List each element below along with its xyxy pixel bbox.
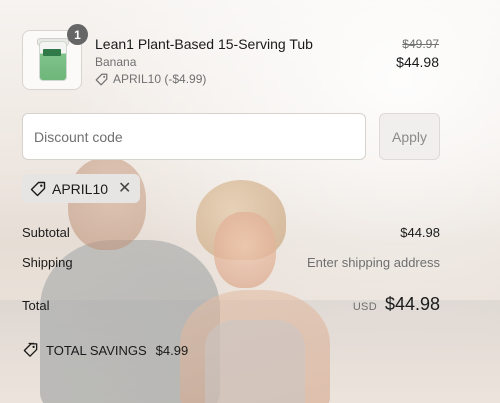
product-variant: Banana: [95, 55, 137, 69]
shipping-value: Enter shipping address: [307, 255, 440, 270]
total-row: Total USD $44.98: [22, 294, 440, 315]
product-title: Lean1 Plant-Based 15-Serving Tub: [95, 36, 313, 52]
total-amount: USD $44.98: [353, 294, 440, 315]
shipping-label: Shipping: [22, 255, 73, 270]
shipping-row: Shipping Enter shipping address: [22, 255, 440, 270]
subtotal-row: Subtotal $44.98: [22, 225, 440, 240]
applied-code-label: APRIL10: [52, 180, 109, 197]
tag-icon: [30, 181, 46, 197]
total-value: $44.98: [384, 294, 440, 314]
tag-icon: [95, 73, 108, 86]
product-discount-label: APRIL10 (-$4.99): [113, 72, 207, 86]
savings-label: TOTAL SAVINGS: [46, 343, 147, 358]
tub-label: [43, 49, 61, 56]
product-tub-image: [39, 41, 67, 81]
order-summary: 1 Lean1 Plant-Based 15-Serving Tub Banan…: [0, 0, 500, 403]
original-price: $49.97: [402, 37, 439, 51]
discount-code-input[interactable]: [22, 113, 366, 160]
total-savings: TOTAL SAVINGS $4.99: [22, 342, 188, 359]
quantity-badge: 1: [67, 24, 88, 45]
apply-button[interactable]: Apply: [379, 113, 440, 160]
savings-value: $4.99: [155, 343, 189, 358]
applied-discount-chip: APRIL10 ✕: [22, 174, 141, 203]
product-price: $44.98: [396, 54, 439, 70]
product-discount: APRIL10 (-$4.99): [95, 72, 206, 86]
subtotal-label: Subtotal: [22, 225, 70, 240]
total-label: Total: [22, 298, 50, 313]
currency-code: USD: [352, 301, 377, 313]
subtotal-value: $44.98: [400, 225, 440, 240]
savings-tag-icon: [22, 342, 39, 359]
close-icon[interactable]: ✕: [118, 180, 131, 197]
